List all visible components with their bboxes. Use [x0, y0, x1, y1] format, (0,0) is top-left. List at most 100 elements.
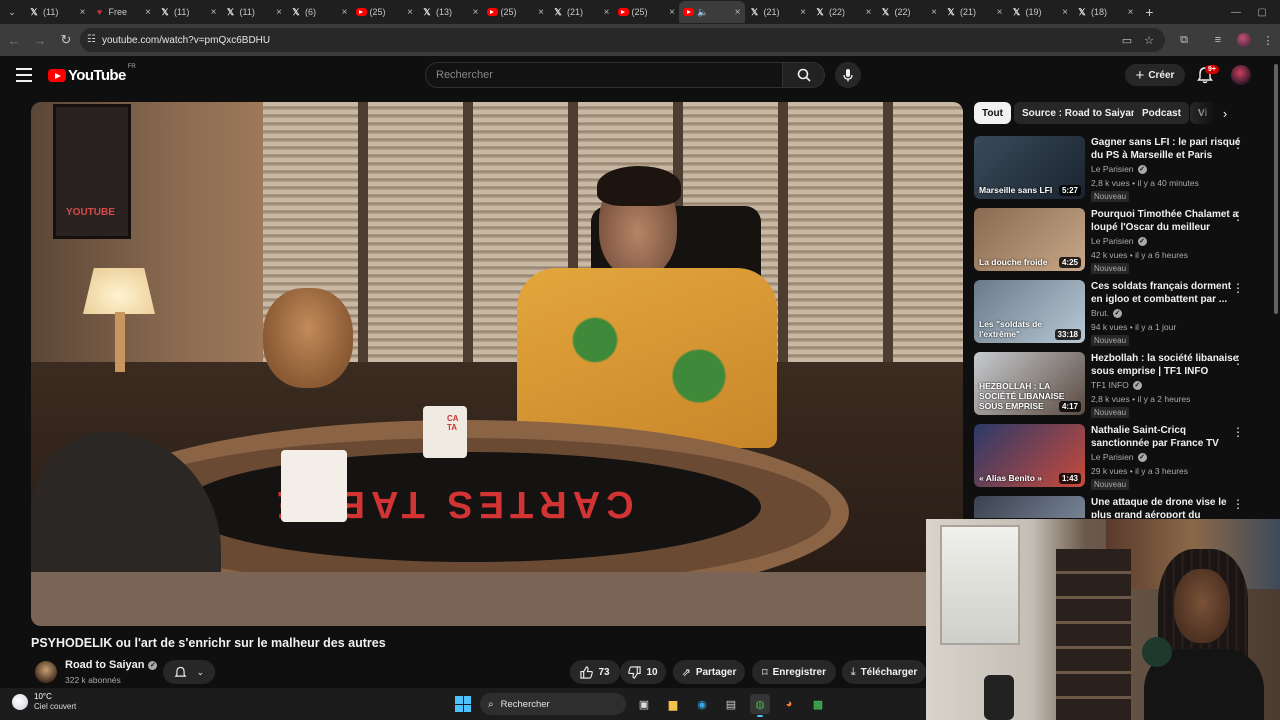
browser-tab[interactable]: 𝕏 (11) × — [221, 1, 287, 23]
browser-tab[interactable]: 🔈 × — [679, 1, 745, 23]
save-button[interactable]: ⌑ Enregistrer — [752, 660, 836, 684]
chevron-right-icon[interactable]: › — [1216, 104, 1234, 122]
video-thumbnail[interactable]: Les "soldats de l'extrême" 33:18 — [974, 280, 1085, 343]
more-options-icon[interactable]: ⋮ — [1232, 138, 1244, 151]
tab-search-chevron-icon[interactable]: ⌄ — [0, 0, 24, 24]
minimize-icon[interactable]: — — [1224, 0, 1248, 24]
tab-close-icon[interactable]: × — [276, 7, 282, 18]
tab-close-icon[interactable]: × — [669, 7, 675, 18]
more-options-icon[interactable]: ⋮ — [1232, 354, 1244, 367]
tab-close-icon[interactable]: × — [1062, 7, 1068, 18]
recommended-channel[interactable]: Le Parisien — [1091, 164, 1134, 174]
more-options-icon[interactable]: ⋮ — [1232, 210, 1244, 223]
site-info-icon[interactable]: ☷ — [87, 34, 96, 45]
extensions-icon[interactable]: ⧉ — [1173, 28, 1195, 52]
tab-close-icon[interactable]: × — [1128, 7, 1134, 18]
chip-all[interactable]: Tout — [974, 102, 1011, 124]
recommended-channel[interactable]: Le Parisien — [1091, 452, 1134, 462]
recommended-video[interactable]: Marseille sans LFI 5:27 Gagner sans LFI : … — [974, 136, 1264, 202]
video-thumbnail[interactable]: La douche froide 4:25 — [974, 208, 1085, 271]
video-player[interactable]: YOUTUBE CARTES TABLE CA TA — [31, 102, 963, 626]
recommended-video[interactable]: Les "soldats de l'extrême" 33:18 Ces solda… — [974, 280, 1264, 346]
tab-close-icon[interactable]: × — [866, 7, 872, 18]
recommended-title[interactable]: Gagner sans LFI : le pari risqué du PS à… — [1091, 136, 1241, 162]
tab-close-icon[interactable]: × — [604, 7, 610, 18]
channel-name-row[interactable]: Road to Saiyan ✓ — [65, 659, 158, 671]
edge-icon[interactable]: ◉ — [692, 694, 712, 714]
browser-tab[interactable]: 𝕏 (11) × — [155, 1, 221, 23]
scrollbar-thumb[interactable] — [1274, 64, 1278, 314]
windows-start-icon[interactable] — [455, 696, 471, 712]
more-options-icon[interactable]: ⋮ — [1232, 426, 1244, 439]
bookmark-star-icon[interactable]: ☆ — [1138, 28, 1160, 52]
channel-name[interactable]: Road to Saiyan — [65, 659, 144, 671]
browser-tab[interactable]: 𝕏 (11) × — [24, 1, 90, 23]
tab-close-icon[interactable]: × — [211, 7, 217, 18]
new-tab-button[interactable]: + — [1138, 4, 1162, 20]
channel-avatar[interactable] — [35, 661, 57, 683]
video-thumbnail[interactable]: « Alias Benito » 1:43 — [974, 424, 1085, 487]
browser-tab[interactable]: (25) × — [352, 1, 418, 23]
cast-icon[interactable]: ▭ — [1116, 28, 1138, 52]
browser-menu-icon[interactable]: ⋮ — [1257, 28, 1279, 52]
account-avatar[interactable] — [1231, 65, 1251, 85]
browser-tab[interactable]: 𝕏 (22) × — [876, 1, 942, 23]
recommended-title[interactable]: Une attaque de drone vise le plus grand … — [1091, 496, 1241, 518]
browser-tab[interactable]: (25) × — [614, 1, 680, 23]
recommended-title[interactable]: Nathalie Saint-Cricq sanctionnée par Fra… — [1091, 424, 1241, 450]
media-controls-icon[interactable]: ≡ — [1207, 28, 1229, 52]
chrome-icon[interactable]: ◍ — [750, 694, 770, 717]
tab-close-icon[interactable]: × — [997, 7, 1003, 18]
file-explorer-icon[interactable]: ▆ — [663, 694, 683, 714]
tab-close-icon[interactable]: × — [407, 7, 413, 18]
browser-tab[interactable]: 𝕏 (22) × — [810, 1, 876, 23]
weather-widget[interactable]: 10°C Ciel couvert — [12, 692, 76, 712]
firefox-icon[interactable]: ◕ — [779, 694, 799, 714]
app-icon[interactable]: ▩ — [808, 694, 828, 714]
like-button[interactable]: 73 — [570, 660, 620, 684]
tab-close-icon[interactable]: × — [342, 7, 348, 18]
forward-icon[interactable]: → — [28, 28, 52, 52]
recommended-video[interactable]: Une attaque de drone vise le plus grand … — [974, 496, 1264, 518]
recommended-title[interactable]: Pourquoi Timothée Chalamet a loupé l'Osc… — [1091, 208, 1241, 234]
taskbar-search[interactable]: ⌕ Rechercher — [480, 693, 626, 715]
browser-tab[interactable]: (25) × — [483, 1, 549, 23]
download-button[interactable]: ⤓ Télécharger — [842, 660, 926, 684]
recommended-channel[interactable]: Le Parisien — [1091, 236, 1134, 246]
subscription-bell-button[interactable]: ⌄ — [163, 660, 215, 684]
browser-tab[interactable]: 𝕏 (21) × — [941, 1, 1007, 23]
maximize-icon[interactable]: ▢ — [1250, 0, 1274, 24]
tab-close-icon[interactable]: × — [80, 7, 86, 18]
chip-podcast[interactable]: Podcast — [1134, 102, 1189, 124]
create-button[interactable]: + Créer — [1125, 64, 1185, 86]
recommended-channel[interactable]: TF1 INFO — [1091, 380, 1129, 390]
speaker-icon[interactable]: 🔈 — [697, 7, 708, 18]
back-icon[interactable]: ← — [2, 28, 26, 52]
task-view-icon[interactable]: ▣ — [634, 694, 654, 714]
profile-icon[interactable] — [1233, 28, 1255, 52]
search-input[interactable]: Rechercher — [425, 62, 783, 88]
browser-tab[interactable]: ♥ Free × — [90, 1, 156, 23]
share-button[interactable]: ⇗ Partager — [673, 660, 745, 684]
page-scrollbar[interactable] — [1272, 62, 1280, 517]
recommended-video[interactable]: HEZBOLLAH : LA SOCIÉTÉ LIBANAISE SOUS EM… — [974, 352, 1264, 418]
chip-source[interactable]: Source : Road to Saiyan — [1014, 102, 1146, 124]
search-button[interactable] — [783, 62, 825, 88]
tab-close-icon[interactable]: × — [800, 7, 806, 18]
video-thumbnail[interactable] — [974, 496, 1085, 518]
browser-tab[interactable]: 𝕏 (19) × — [1007, 1, 1073, 23]
tab-close-icon[interactable]: × — [473, 7, 479, 18]
store-icon[interactable]: ▤ — [721, 694, 741, 714]
tab-close-icon[interactable]: × — [931, 7, 937, 18]
recommended-channel[interactable]: Brut. — [1091, 308, 1109, 318]
recommended-video[interactable]: « Alias Benito » 1:43 Nathalie Saint-Cricq… — [974, 424, 1264, 490]
browser-tab[interactable]: 𝕏 (6) × — [286, 1, 352, 23]
browser-tab[interactable]: 𝕏 (18) × — [1072, 1, 1138, 23]
browser-tab[interactable]: 𝕏 (21) × — [548, 1, 614, 23]
tab-close-icon[interactable]: × — [735, 7, 741, 18]
recommended-title[interactable]: Ces soldats français dorment en igloo et… — [1091, 280, 1241, 306]
browser-tab[interactable]: 𝕏 (21) × — [745, 1, 811, 23]
video-thumbnail[interactable]: Marseille sans LFI 5:27 — [974, 136, 1085, 199]
browser-tab[interactable]: 𝕏 (13) × — [417, 1, 483, 23]
more-options-icon[interactable]: ⋮ — [1232, 282, 1244, 295]
